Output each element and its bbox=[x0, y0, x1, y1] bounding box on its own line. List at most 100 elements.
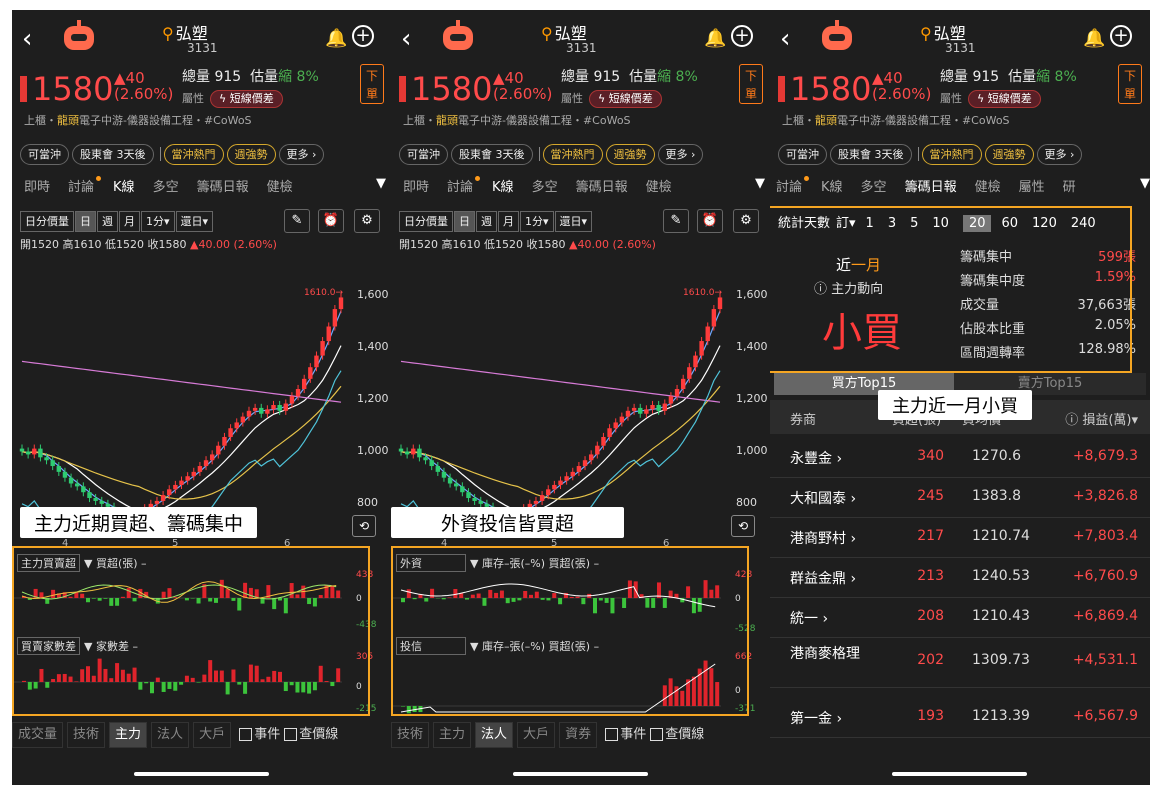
order-button[interactable]: 下單 bbox=[1118, 64, 1142, 104]
period-week[interactable]: 週 bbox=[476, 211, 497, 232]
back-icon[interactable]: ‹ bbox=[22, 24, 32, 54]
period-minute[interactable]: 1分▾ bbox=[141, 211, 175, 232]
chip-shareholder-meeting[interactable]: 股東會 3天後 bbox=[72, 144, 154, 165]
period-day[interactable]: 日 bbox=[454, 211, 475, 232]
tab-discussion[interactable]: 討論 bbox=[68, 176, 94, 195]
chip-shareholder-meeting[interactable]: 股東會 3天後 bbox=[451, 144, 533, 165]
chip-weekly-strong[interactable]: 週強勢 bbox=[226, 144, 276, 165]
tab-bull-bear[interactable]: 多空 bbox=[532, 176, 558, 195]
broker-row[interactable]: 群益金鼎 › 213 1240.53 +6,760.9 bbox=[770, 558, 1150, 598]
tab-discussion[interactable]: 討論 bbox=[447, 176, 473, 195]
adjust-select[interactable]: 還日▾ bbox=[554, 211, 593, 232]
short-term-badge[interactable]: ϟ 短線價差 bbox=[968, 90, 1041, 108]
draw-icon[interactable]: ✎ bbox=[284, 209, 310, 233]
tab-kline[interactable]: K線 bbox=[821, 176, 843, 195]
tab-institutional[interactable]: 法人 bbox=[151, 722, 190, 748]
event-checkbox[interactable]: 事件 bbox=[605, 723, 646, 747]
tab-big-holder[interactable]: 大戶 bbox=[517, 722, 556, 748]
order-button[interactable]: 下單 bbox=[360, 64, 384, 104]
settings-gear-icon[interactable]: ⚙ bbox=[354, 209, 380, 233]
tab-kline[interactable]: K線 bbox=[113, 176, 135, 195]
tab-chip-report[interactable]: 籌碼日報 bbox=[197, 176, 249, 195]
chip-day-trade[interactable]: 可當沖 bbox=[778, 144, 827, 165]
tab-big-holder[interactable]: 大戶 bbox=[193, 722, 232, 748]
tab-margin[interactable]: 資券 bbox=[559, 722, 598, 748]
chip-more[interactable]: 更多 › bbox=[657, 144, 704, 165]
settings-gear-icon[interactable]: ⚙ bbox=[733, 209, 759, 233]
period-select[interactable]: 日分價量 bbox=[399, 211, 453, 232]
period-week[interactable]: 週 bbox=[97, 211, 118, 232]
short-term-badge[interactable]: ϟ 短線價差 bbox=[210, 90, 283, 108]
back-icon[interactable]: ‹ bbox=[780, 24, 790, 54]
broker-row[interactable]: 大和國泰 › 245 1383.8 +3,826.8 bbox=[770, 478, 1150, 518]
tab-bull-bear[interactable]: 多空 bbox=[861, 176, 887, 195]
chip-shareholder-meeting[interactable]: 股東會 3天後 bbox=[830, 144, 912, 165]
tab-attribute[interactable]: 屬性 bbox=[1019, 176, 1045, 195]
draw-icon[interactable]: ✎ bbox=[663, 209, 689, 233]
chip-more[interactable]: 更多 › bbox=[1036, 144, 1083, 165]
chip-hot[interactable]: 當沖熱門 bbox=[921, 144, 982, 165]
lock-icon[interactable]: ⟲ bbox=[352, 515, 376, 537]
chip-hot[interactable]: 當沖熱門 bbox=[163, 144, 224, 165]
candlestick-chart[interactable] bbox=[391, 280, 771, 530]
period-minute[interactable]: 1分▾ bbox=[520, 211, 554, 232]
highlight-box bbox=[12, 546, 370, 716]
tab-realtime[interactable]: 即時 bbox=[403, 176, 429, 195]
period-month[interactable]: 月 bbox=[498, 211, 519, 232]
ai-robot-icon[interactable] bbox=[64, 20, 94, 50]
tab-institutional[interactable]: 法人 bbox=[475, 722, 514, 748]
period-month[interactable]: 月 bbox=[119, 211, 140, 232]
tab-technical[interactable]: 技術 bbox=[391, 722, 430, 748]
chip-weekly-strong[interactable]: 週強勢 bbox=[605, 144, 655, 165]
tab-health[interactable]: 健檢 bbox=[646, 176, 672, 195]
broker-row[interactable]: 港商麥格理 202 1309.73 +4,531.1 bbox=[770, 638, 1150, 688]
tabs-dropdown-icon[interactable]: ▼ bbox=[1140, 176, 1150, 191]
broker-row[interactable]: 統一 › 208 1210.43 +6,869.4 bbox=[770, 598, 1150, 638]
broker-row[interactable]: 港商野村 › 217 1210.74 +7,803.4 bbox=[770, 518, 1150, 558]
chip-weekly-strong[interactable]: 週強勢 bbox=[984, 144, 1034, 165]
tab-chip-report[interactable]: 籌碼日報 bbox=[905, 176, 957, 195]
tab-realtime[interactable]: 即時 bbox=[24, 176, 50, 195]
bell-icon[interactable]: 🔔 bbox=[1083, 28, 1105, 49]
chip-day-trade[interactable]: 可當沖 bbox=[399, 144, 448, 165]
add-watchlist-icon[interactable]: + bbox=[1110, 25, 1132, 47]
broker-row[interactable]: 第一金 › 193 1213.39 +6,567.9 bbox=[770, 698, 1150, 738]
tab-volume[interactable]: 成交量 bbox=[12, 722, 64, 748]
tabs-dropdown-icon[interactable]: ▼ bbox=[755, 176, 765, 191]
bell-icon[interactable]: 🔔 bbox=[704, 28, 726, 49]
broker-row[interactable]: 永豐金 › 340 1270.6 +8,679.3 bbox=[770, 438, 1150, 478]
chip-hot[interactable]: 當沖熱門 bbox=[542, 144, 603, 165]
period-day[interactable]: 日 bbox=[75, 211, 96, 232]
price-line-checkbox[interactable]: 查價線 bbox=[284, 723, 338, 747]
tab-health[interactable]: 健檢 bbox=[267, 176, 293, 195]
order-button[interactable]: 下單 bbox=[739, 64, 763, 104]
short-term-badge[interactable]: ϟ 短線價差 bbox=[589, 90, 662, 108]
tab-chip-report[interactable]: 籌碼日報 bbox=[576, 176, 628, 195]
tab-bull-bear[interactable]: 多空 bbox=[153, 176, 179, 195]
chip-day-trade[interactable]: 可當沖 bbox=[20, 144, 69, 165]
chip-more[interactable]: 更多 › bbox=[278, 144, 325, 165]
tab-main-force[interactable]: 主力 bbox=[433, 722, 472, 748]
tab-main-force[interactable]: 主力 bbox=[109, 722, 148, 748]
alarm-icon[interactable]: ⏰ bbox=[697, 209, 723, 233]
adjust-select[interactable]: 還日▾ bbox=[175, 211, 214, 232]
tabs-dropdown-icon[interactable]: ▼ bbox=[376, 176, 386, 191]
period-select[interactable]: 日分價量 bbox=[20, 211, 74, 232]
tab-technical[interactable]: 技術 bbox=[67, 722, 106, 748]
tab-discussion[interactable]: 討論 bbox=[776, 176, 802, 195]
add-watchlist-icon[interactable]: + bbox=[352, 25, 374, 47]
back-icon[interactable]: ‹ bbox=[401, 24, 411, 54]
candlestick-chart[interactable] bbox=[12, 280, 392, 530]
col-pl[interactable]: ⓘ 損益(萬)▾ bbox=[1065, 409, 1138, 428]
ai-robot-icon[interactable] bbox=[443, 20, 473, 50]
price-line-checkbox[interactable]: 查價線 bbox=[650, 723, 704, 747]
alarm-icon[interactable]: ⏰ bbox=[318, 209, 344, 233]
lock-icon[interactable]: ⟲ bbox=[731, 515, 755, 537]
tab-kline[interactable]: K線 bbox=[492, 176, 514, 195]
ai-robot-icon[interactable] bbox=[822, 20, 852, 50]
event-checkbox[interactable]: 事件 bbox=[239, 723, 280, 747]
tab-health[interactable]: 健檢 bbox=[975, 176, 1001, 195]
add-watchlist-icon[interactable]: + bbox=[731, 25, 753, 47]
tab-research[interactable]: 研 bbox=[1063, 176, 1076, 195]
bell-icon[interactable]: 🔔 bbox=[325, 28, 347, 49]
